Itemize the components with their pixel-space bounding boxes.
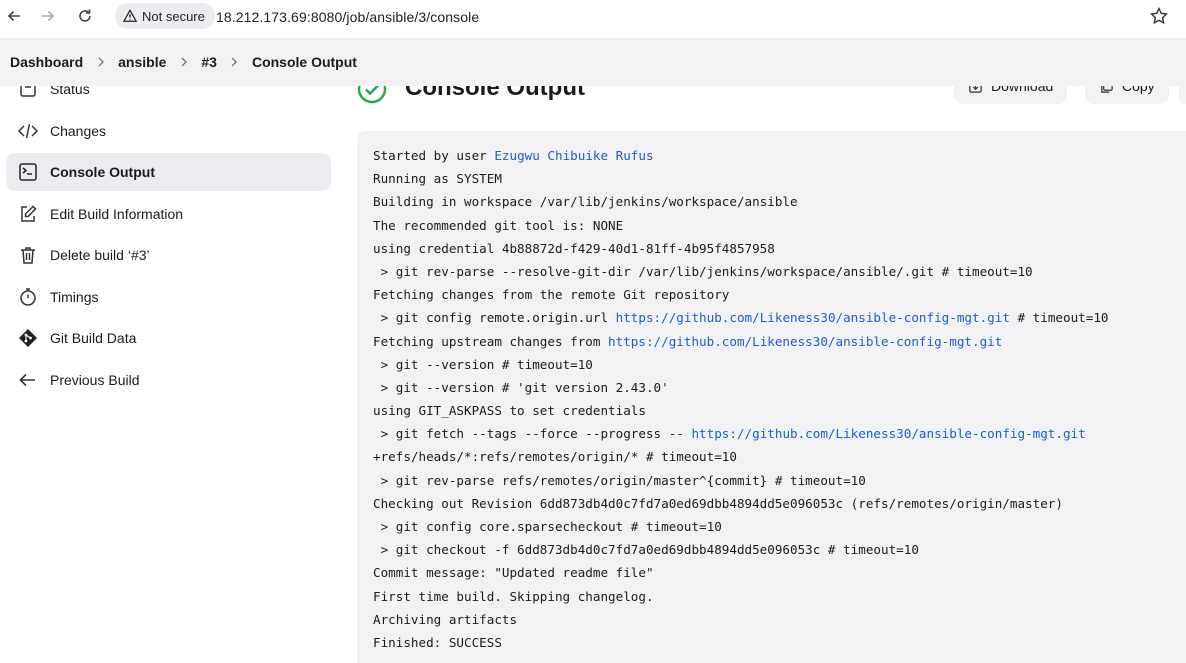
console-text: Archiving artifacts — [373, 611, 518, 627]
console-text: using GIT_ASKPASS to set credentials — [373, 403, 646, 419]
console-text: > git --version # timeout=10 — [373, 356, 593, 372]
console-text: The recommended git tool is: NONE — [373, 217, 624, 233]
console-line: > git fetch --tags --force --progress --… — [373, 422, 1186, 445]
breadcrumb-dashboard[interactable]: Dashboard — [10, 54, 83, 70]
console-output-panel: Started by user Ezugwu Chibuike Rufus Run… — [357, 131, 1186, 663]
console-text: Fetching changes from the remote Git rep… — [373, 287, 730, 303]
console-line: > git config remote.origin.url https://g… — [373, 306, 1186, 329]
console-text: Commit message: "Updated readme file" — [373, 565, 654, 581]
security-indicator[interactable]: Not secure — [115, 3, 215, 29]
console-line: Commit message: "Updated readme file" — [373, 561, 1186, 584]
chevron-right-icon — [83, 57, 118, 67]
console-link[interactable]: https://github.com/Likeness30/ansible-co… — [691, 426, 1085, 441]
reload-button[interactable] — [75, 6, 95, 26]
url-text[interactable]: 18.212.173.69:8080/job/ansible/3/console — [216, 9, 479, 25]
console-text: > git config core.sparsecheckout # timeo… — [373, 519, 722, 534]
console-text: > git --version # 'git version 2.43.0' — [373, 379, 669, 395]
console-link[interactable]: https://github.com/Likeness30/ansible-co… — [608, 334, 1002, 349]
console-text: > git rev-parse refs/remotes/origin/mast… — [373, 472, 866, 488]
back-button[interactable] — [4, 6, 24, 26]
console-line: > git --version # 'git version 2.43.0' — [373, 376, 1186, 399]
sidebar-item-console-output[interactable]: Console Output — [6, 153, 331, 191]
console-link[interactable]: Ezugwu Chibuike Rufus — [494, 148, 653, 163]
chevron-right-icon — [217, 57, 252, 67]
console-line: The recommended git tool is: NONE — [373, 214, 1186, 237]
bookmark-button[interactable] — [1149, 6, 1169, 26]
breadcrumb-ansible[interactable]: ansible — [118, 54, 166, 70]
warning-icon — [123, 9, 137, 22]
arrow-forward-icon — [42, 10, 55, 22]
sidebar-item-timings[interactable]: Timings — [6, 278, 331, 316]
breadcrumb-build[interactable]: #3 — [201, 54, 217, 70]
sidebar: Status Changes Console Output Edit Build… — [6, 70, 331, 402]
console-line: > git checkout -f 6dd873db4d0c7fd7a0ed69… — [373, 538, 1186, 561]
console-text: # timeout=10 — [1009, 310, 1109, 326]
code-icon — [18, 121, 38, 141]
console-line: > git rev-parse refs/remotes/origin/mast… — [373, 469, 1186, 492]
console-line: Fetching upstream changes from https://g… — [373, 330, 1186, 353]
console-line: +refs/heads/*:refs/remotes/origin/* # ti… — [373, 445, 1186, 468]
console-line: > git config core.sparsecheckout # timeo… — [373, 515, 1186, 538]
forward-button[interactable] — [38, 6, 58, 26]
sidebar-item-changes[interactable]: Changes — [6, 112, 331, 150]
console-text: Running as SYSTEM — [373, 171, 502, 187]
console-line: Checking out Revision 6dd873db4d0c7fd7a0… — [373, 492, 1186, 515]
console-line: Started by user Ezugwu Chibuike Rufus — [373, 144, 1186, 167]
sidebar-item-label: Edit Build Information — [50, 205, 184, 222]
sidebar-item-label: Changes — [50, 122, 107, 139]
sidebar-item-git-build-data[interactable]: Git Build Data — [6, 319, 331, 357]
console-line: Finished: SUCCESS — [373, 631, 1186, 654]
edit-icon — [18, 204, 38, 224]
console-text: > git checkout -f 6dd873db4d0c7fd7a0ed69… — [373, 542, 919, 558]
console-line: First time build. Skipping changelog. — [373, 585, 1186, 608]
reload-icon — [79, 9, 91, 22]
console-text: using credential 4b88872d-f429-40d1-81ff… — [373, 240, 775, 256]
sidebar-item-label: Timings — [50, 288, 99, 305]
console-text: Building in workspace /var/lib/jenkins/w… — [373, 194, 798, 210]
console-text: > git fetch --tags --force --progress -- — [373, 426, 692, 442]
console-line: Running as SYSTEM — [373, 167, 1186, 190]
browser-toolbar: Not secure 18.212.173.69:8080/job/ansibl… — [0, 0, 1186, 33]
git-icon — [18, 328, 38, 348]
stopwatch-icon — [18, 287, 38, 307]
sidebar-item-edit-build-information[interactable]: Edit Build Information — [6, 195, 331, 233]
console-text: > git config remote.origin.url — [373, 310, 616, 326]
console-line: Archiving artifacts — [373, 608, 1186, 631]
arrow-back-icon — [7, 10, 20, 22]
console-line: Fetching changes from the remote Git rep… — [373, 283, 1186, 306]
sidebar-item-label: Git Build Data — [50, 330, 137, 346]
address-bar[interactable]: Not secure 18.212.173.69:8080/job/ansibl… — [112, 2, 1178, 30]
sidebar-item-label: Previous Build — [50, 371, 140, 388]
console-line: using GIT_ASKPASS to set credentials — [373, 399, 1186, 422]
console-text: Started by user — [373, 148, 495, 163]
console-text: Fetching upstream changes from — [373, 333, 609, 349]
breadcrumb: Dashboard ansible #3 Console Output — [0, 38, 1186, 86]
trash-icon — [18, 245, 38, 265]
arrow-left-icon — [18, 370, 38, 390]
console-text: Finished: SUCCESS — [373, 634, 502, 650]
security-label: Not secure — [142, 8, 205, 24]
sidebar-item-previous-build[interactable]: Previous Build — [6, 361, 331, 399]
breadcrumb-console-output[interactable]: Console Output — [252, 54, 357, 70]
chevron-right-icon — [166, 57, 201, 67]
console-text: Checking out Revision 6dd873db4d0c7fd7a0… — [373, 495, 1063, 511]
sidebar-item-delete-build[interactable]: Delete build ‘#3’ — [6, 236, 331, 274]
console-line: using credential 4b88872d-f429-40d1-81ff… — [373, 237, 1186, 260]
console-text: First time build. Skipping changelog. — [373, 588, 654, 604]
sidebar-item-label: Console Output — [50, 164, 155, 180]
sidebar-item-label: Delete build ‘#3’ — [50, 247, 150, 263]
console-line: Building in workspace /var/lib/jenkins/w… — [373, 190, 1186, 213]
console-text: > git rev-parse --resolve-git-dir /var/l… — [373, 263, 1033, 279]
console-link[interactable]: https://github.com/Likeness30/ansible-co… — [616, 310, 1010, 325]
star-icon — [1149, 6, 1169, 25]
console-line: > git --version # timeout=10 — [373, 353, 1186, 376]
console-text: +refs/heads/*:refs/remotes/origin/* # ti… — [373, 449, 737, 465]
console-line: > git rev-parse --resolve-git-dir /var/l… — [373, 260, 1186, 283]
terminal-icon — [18, 162, 38, 182]
